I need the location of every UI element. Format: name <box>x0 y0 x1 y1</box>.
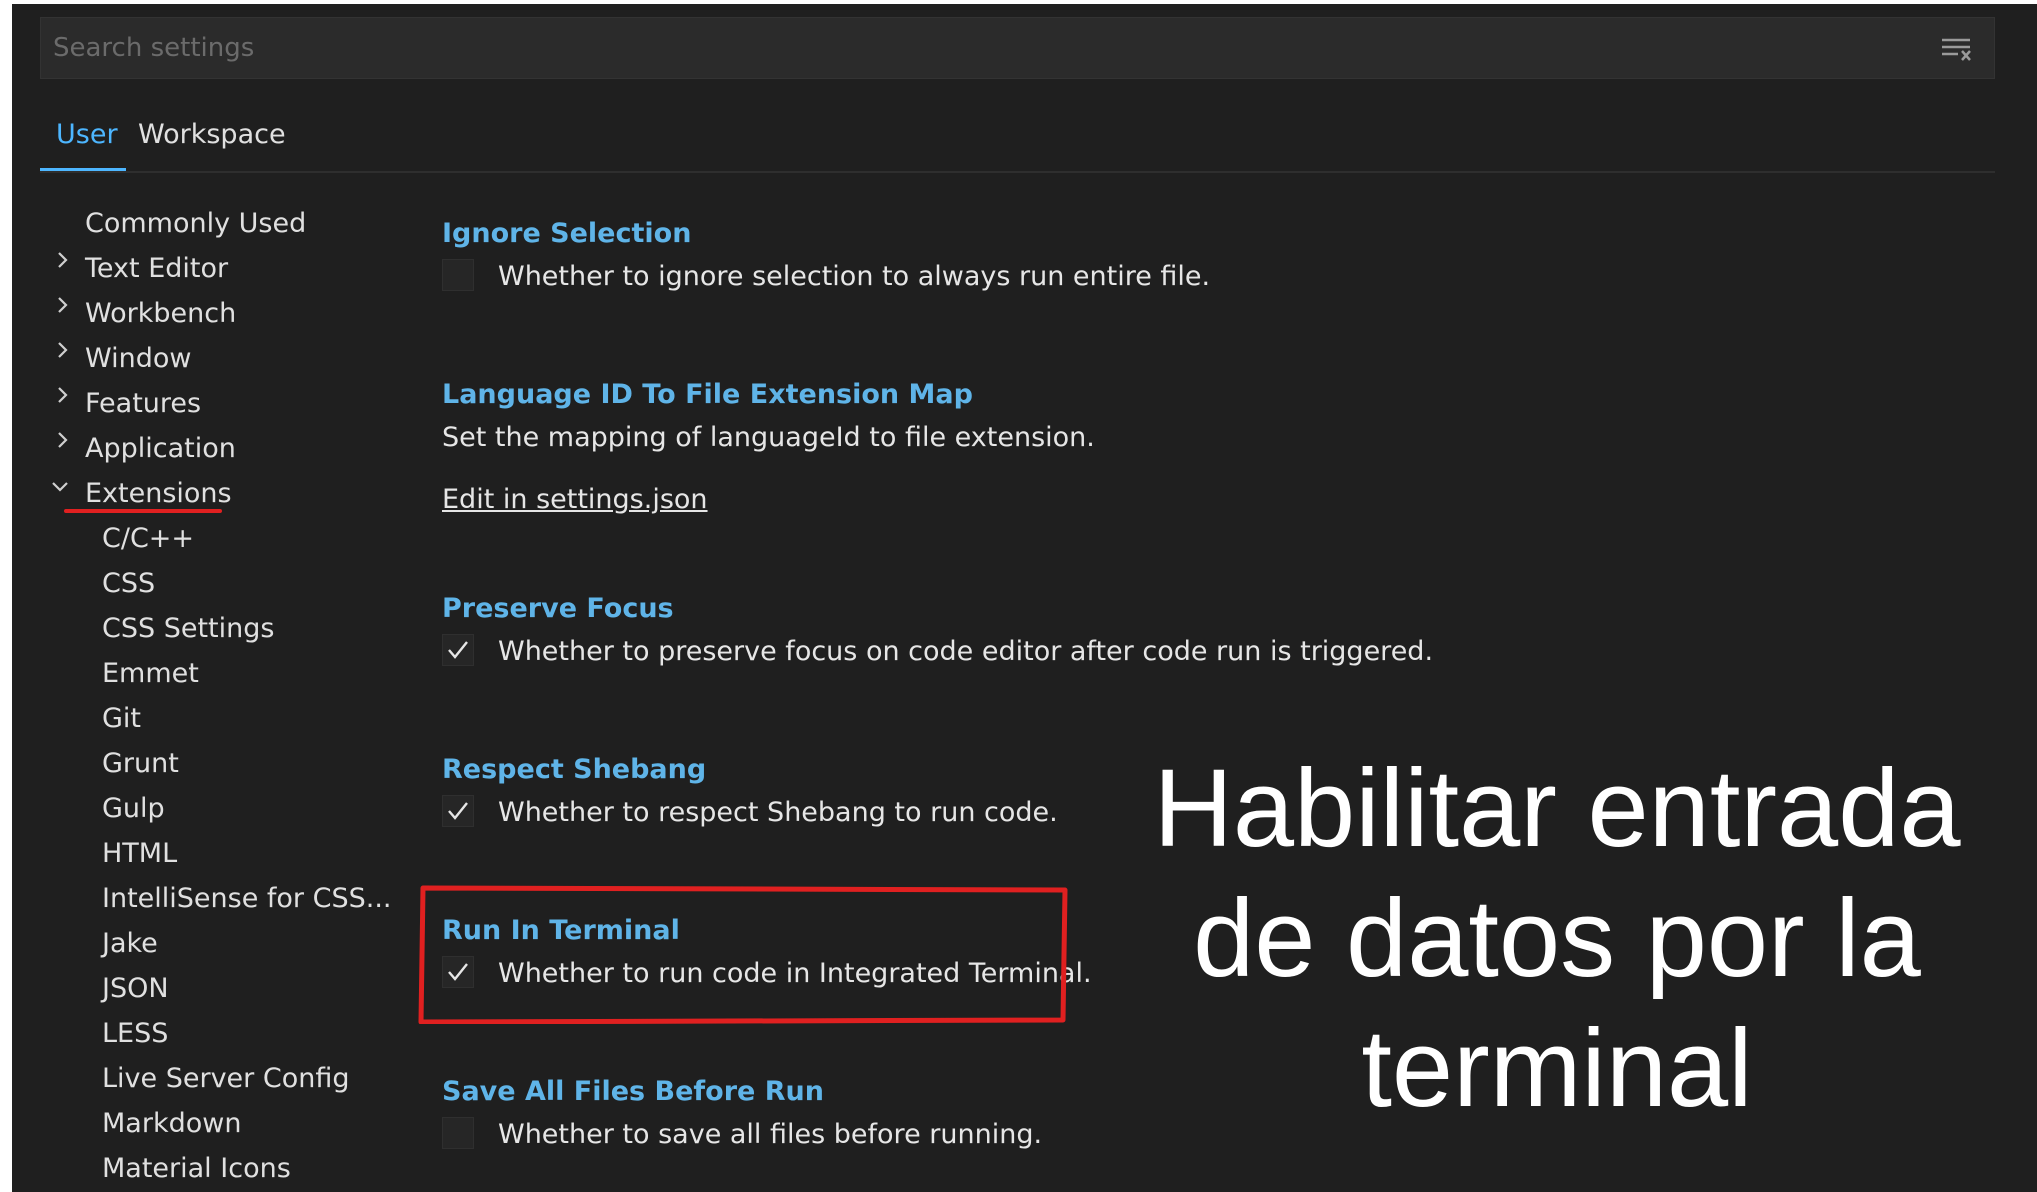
toc-item-json[interactable]: JSON <box>102 967 169 1011</box>
chevron-right-icon <box>58 432 68 448</box>
setting-respect-shebang: Respect Shebang Whether to respect Sheba… <box>442 754 1058 835</box>
setting-description: Whether to save all files before running… <box>498 1119 1043 1150</box>
toc-item-intellisense-css[interactable]: IntelliSense for CSS... <box>102 877 392 921</box>
annotation-highlight-box <box>418 885 1068 1024</box>
overlay-line: Habilitar entrada <box>1153 747 1961 870</box>
toc-item-html[interactable]: HTML <box>102 832 177 876</box>
toc-item-material-icons[interactable]: Material Icons <box>102 1147 291 1191</box>
chevron-right-icon <box>58 252 68 268</box>
toc-item-workbench[interactable]: Workbench <box>85 292 236 336</box>
search-box[interactable] <box>40 17 1995 79</box>
setting-language-id-map: Language ID To File Extension Map Set th… <box>442 379 1095 522</box>
tab-user[interactable]: User <box>40 99 126 171</box>
setting-title: Respect Shebang <box>442 754 707 785</box>
toc-item-less[interactable]: LESS <box>102 1012 168 1056</box>
toc-item-cpp[interactable]: C/C++ <box>102 517 194 561</box>
toc-item-css-settings[interactable]: CSS Settings <box>102 607 274 651</box>
settings-tabs: User Workspace <box>40 99 1995 173</box>
setting-title: Ignore Selection <box>442 218 692 249</box>
clear-filter-icon[interactable] <box>1940 36 1974 62</box>
save-all-files-checkbox[interactable] <box>442 1117 474 1149</box>
search-input[interactable] <box>41 18 1994 78</box>
ignore-selection-checkbox[interactable] <box>442 259 474 291</box>
overlay-line: terminal <box>1361 1007 1753 1130</box>
checkmark-icon <box>448 802 468 820</box>
respect-shebang-checkbox[interactable] <box>442 795 474 827</box>
toc-item-grunt[interactable]: Grunt <box>102 742 179 786</box>
setting-title: Save All Files Before Run <box>442 1076 824 1107</box>
toc-item-gulp[interactable]: Gulp <box>102 787 165 831</box>
toc-item-markdown[interactable]: Markdown <box>102 1102 241 1146</box>
setting-title: Preserve Focus <box>442 593 674 624</box>
toc-item-jake[interactable]: Jake <box>102 922 158 966</box>
annotation-underline <box>64 509 222 513</box>
chevron-down-icon <box>52 482 68 492</box>
overlay-caption: Habilitar entrada de datos por la termin… <box>1092 744 2022 1134</box>
toc-item-css[interactable]: CSS <box>102 562 155 606</box>
chevron-right-icon <box>58 342 68 358</box>
setting-title: Language ID To File Extension Map <box>442 379 973 410</box>
settings-window: User Workspace Commonly Used Text Editor… <box>12 4 2037 1192</box>
setting-ignore-selection: Ignore Selection Whether to ignore selec… <box>442 218 1210 299</box>
chevron-right-icon <box>58 297 68 313</box>
toc-item-emmet[interactable]: Emmet <box>102 652 199 696</box>
toc-item-live-server-config[interactable]: Live Server Config <box>102 1057 349 1101</box>
setting-description: Whether to ignore selection to always ru… <box>498 261 1211 292</box>
setting-description: Set the mapping of languageId to file ex… <box>442 422 1095 453</box>
setting-save-all-files: Save All Files Before Run Whether to sav… <box>442 1076 1042 1157</box>
tab-workspace[interactable]: Workspace <box>122 99 302 171</box>
setting-description: Whether to preserve focus on code editor… <box>498 636 1434 667</box>
toc-item-window[interactable]: Window <box>85 337 191 381</box>
checkmark-icon <box>448 641 468 659</box>
toc-item-commonly-used[interactable]: Commonly Used <box>85 202 306 246</box>
preserve-focus-checkbox[interactable] <box>442 634 474 666</box>
setting-preserve-focus: Preserve Focus Whether to preserve focus… <box>442 593 1433 674</box>
edit-in-settings-json-link[interactable]: Edit in settings.json <box>442 478 1095 522</box>
toc-item-application[interactable]: Application <box>85 427 236 471</box>
toc-item-git[interactable]: Git <box>102 697 141 741</box>
overlay-line: de datos por la <box>1193 877 1921 1000</box>
toc-item-text-editor[interactable]: Text Editor <box>85 247 228 291</box>
chevron-right-icon <box>58 387 68 403</box>
setting-description: Whether to respect Shebang to run code. <box>498 797 1058 828</box>
toc-item-features[interactable]: Features <box>85 382 201 426</box>
